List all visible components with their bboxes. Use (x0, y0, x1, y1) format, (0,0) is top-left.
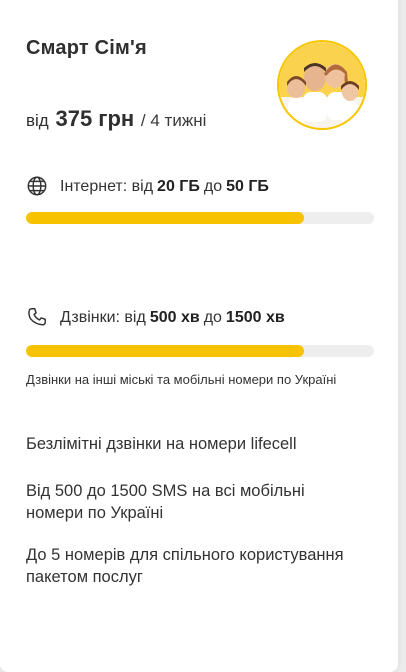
internet-progress-fill (26, 212, 305, 224)
feature-item-2: Від 500 до 1500 SMS на всі мобільні номе… (26, 482, 305, 522)
internet-min: 20 ГБ (157, 178, 200, 195)
internet-label: Інтернет: від (60, 178, 154, 195)
price-amount: 375 грн (55, 106, 135, 131)
globe-icon (26, 175, 50, 199)
calls-progress-bar (26, 345, 374, 357)
internet-sep: до (203, 178, 223, 195)
internet-progress-bar (26, 212, 374, 224)
price-period: / 4 тижні (140, 111, 207, 130)
calls-progress-fill (26, 345, 305, 357)
internet-max: 50 ГБ (226, 178, 269, 195)
calls-row: Дзвінки: від 500 хв до 1500 хв (26, 306, 289, 330)
calls-note: Дзвінки на інші міські та мобільні номер… (26, 372, 337, 387)
plan-card: Смарт Сім'я від 375 грн / 4 тижні Інтерн… (0, 0, 398, 672)
calls-label: Дзвінки: від (60, 309, 146, 326)
calls-sep: до (203, 309, 222, 326)
feature-item-3: До 5 номерів для спільного користування … (26, 546, 344, 586)
plan-title: Смарт Сім'я (26, 37, 147, 59)
price-line: від 375 грн / 4 тижні (26, 106, 206, 132)
feature-item-1: Безлімітні дзвінки на номери lifecell (26, 435, 297, 453)
phone-icon (26, 306, 50, 330)
calls-max: 1500 хв (225, 309, 285, 326)
family-photo-avatar (277, 40, 367, 130)
internet-row: Інтернет: від 20 ГБ до 50 ГБ (26, 175, 273, 199)
price-prefix: від (26, 111, 49, 130)
calls-min: 500 хв (149, 309, 200, 326)
family-photo-icon (279, 42, 365, 128)
